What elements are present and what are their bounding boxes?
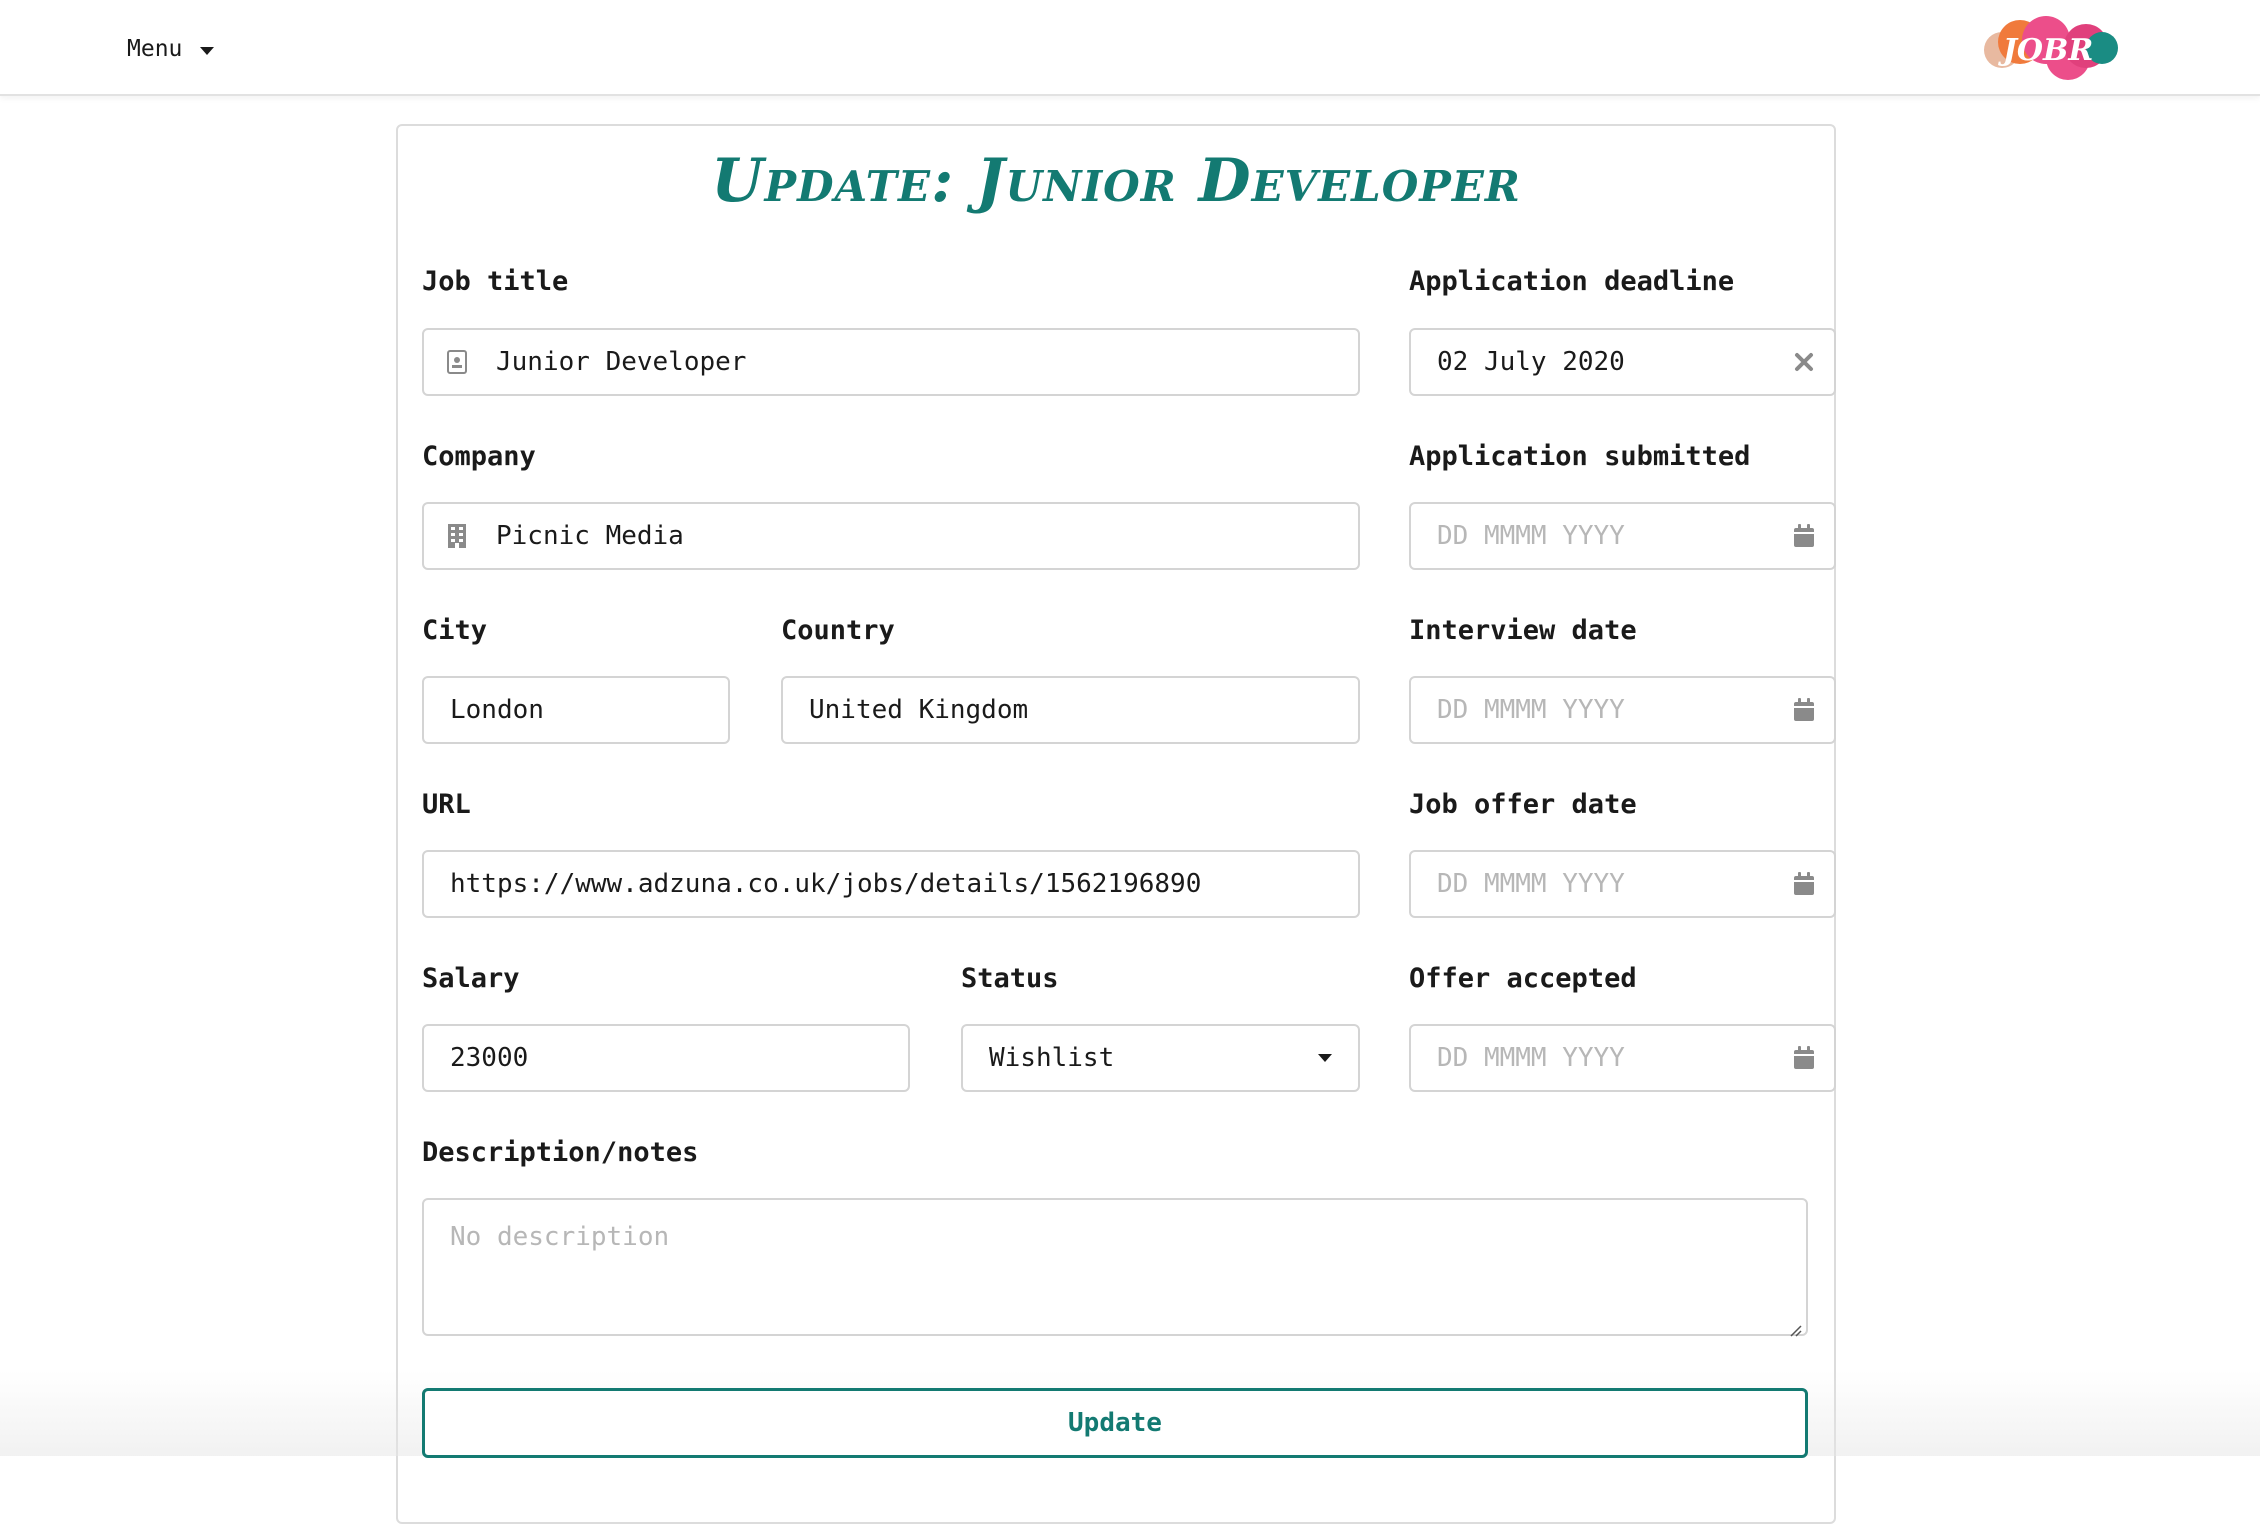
resize-grip-icon[interactable]	[1786, 1314, 1802, 1337]
job-title-label: Job title	[422, 266, 569, 297]
offer-accepted-placeholder: DD MMMM YYYY	[1437, 1043, 1625, 1073]
application-deadline-value: 02 July 2020	[1437, 347, 1625, 377]
salary-value: 23000	[450, 1043, 529, 1073]
job-title-field[interactable]: Junior Developer	[422, 328, 1360, 396]
country-field[interactable]: United Kingdom	[781, 676, 1360, 744]
update-button[interactable]: Update	[422, 1388, 1808, 1458]
offer-accepted-field[interactable]: DD MMMM YYYY	[1409, 1024, 1836, 1092]
interview-date-placeholder: DD MMMM YYYY	[1437, 695, 1625, 725]
city-value: London	[450, 695, 544, 725]
interview-date-field[interactable]: DD MMMM YYYY	[1409, 676, 1836, 744]
company-value: Picnic Media	[496, 521, 684, 551]
page-title: Update: Junior Developer	[711, 146, 1521, 216]
jobr-logo[interactable]: JOBR	[1976, 12, 2120, 88]
calendar-icon[interactable]	[1792, 1046, 1816, 1070]
description-placeholder: No description	[450, 1222, 670, 1252]
interview-date-label: Interview date	[1409, 615, 1637, 646]
building-icon	[446, 524, 468, 548]
job-offer-date-field[interactable]: DD MMMM YYYY	[1409, 850, 1836, 918]
country-label: Country	[781, 615, 895, 646]
city-field[interactable]: London	[422, 676, 730, 744]
company-label: Company	[422, 441, 536, 472]
offer-accepted-label: Offer accepted	[1409, 963, 1637, 994]
description-label: Description/notes	[422, 1137, 699, 1168]
salary-field[interactable]: 23000	[422, 1024, 910, 1092]
application-submitted-field[interactable]: DD MMMM YYYY	[1409, 502, 1836, 570]
id-card-icon	[446, 350, 468, 374]
country-value: United Kingdom	[809, 695, 1029, 725]
city-label: City	[422, 615, 488, 646]
job-title-value: Junior Developer	[496, 347, 747, 377]
clear-x-icon[interactable]	[1792, 350, 1816, 374]
application-submitted-label: Application submitted	[1409, 441, 1751, 472]
calendar-icon[interactable]	[1792, 698, 1816, 722]
description-textarea[interactable]: No description	[422, 1198, 1808, 1337]
application-submitted-placeholder: DD MMMM YYYY	[1437, 521, 1625, 551]
calendar-icon[interactable]	[1792, 524, 1816, 548]
company-field[interactable]: Picnic Media	[422, 502, 1360, 570]
chevron-down-icon	[200, 46, 215, 55]
status-select[interactable]: Wishlist	[961, 1024, 1360, 1092]
chevron-down-icon	[1318, 1054, 1332, 1062]
url-field[interactable]: https://www.adzuna.co.uk/jobs/details/15…	[422, 850, 1360, 918]
calendar-icon[interactable]	[1792, 872, 1816, 896]
svg-text:JOBR: JOBR	[1998, 33, 2094, 68]
status-value: Wishlist	[989, 1043, 1115, 1073]
job-offer-date-label: Job offer date	[1409, 789, 1637, 820]
menu-label: Menu	[127, 36, 183, 62]
url-label: URL	[422, 789, 471, 820]
url-value: https://www.adzuna.co.uk/jobs/details/15…	[450, 869, 1202, 899]
top-navbar: Menu JOBR	[0, 0, 2260, 96]
salary-label: Salary	[422, 963, 520, 994]
status-label: Status	[961, 963, 1059, 994]
job-offer-date-placeholder: DD MMMM YYYY	[1437, 869, 1625, 899]
menu-dropdown-toggle[interactable]: Menu	[127, 30, 215, 68]
application-deadline-label: Application deadline	[1409, 266, 1735, 297]
logo-icon: JOBR	[1984, 16, 2118, 80]
application-deadline-field[interactable]: 02 July 2020	[1409, 328, 1836, 396]
